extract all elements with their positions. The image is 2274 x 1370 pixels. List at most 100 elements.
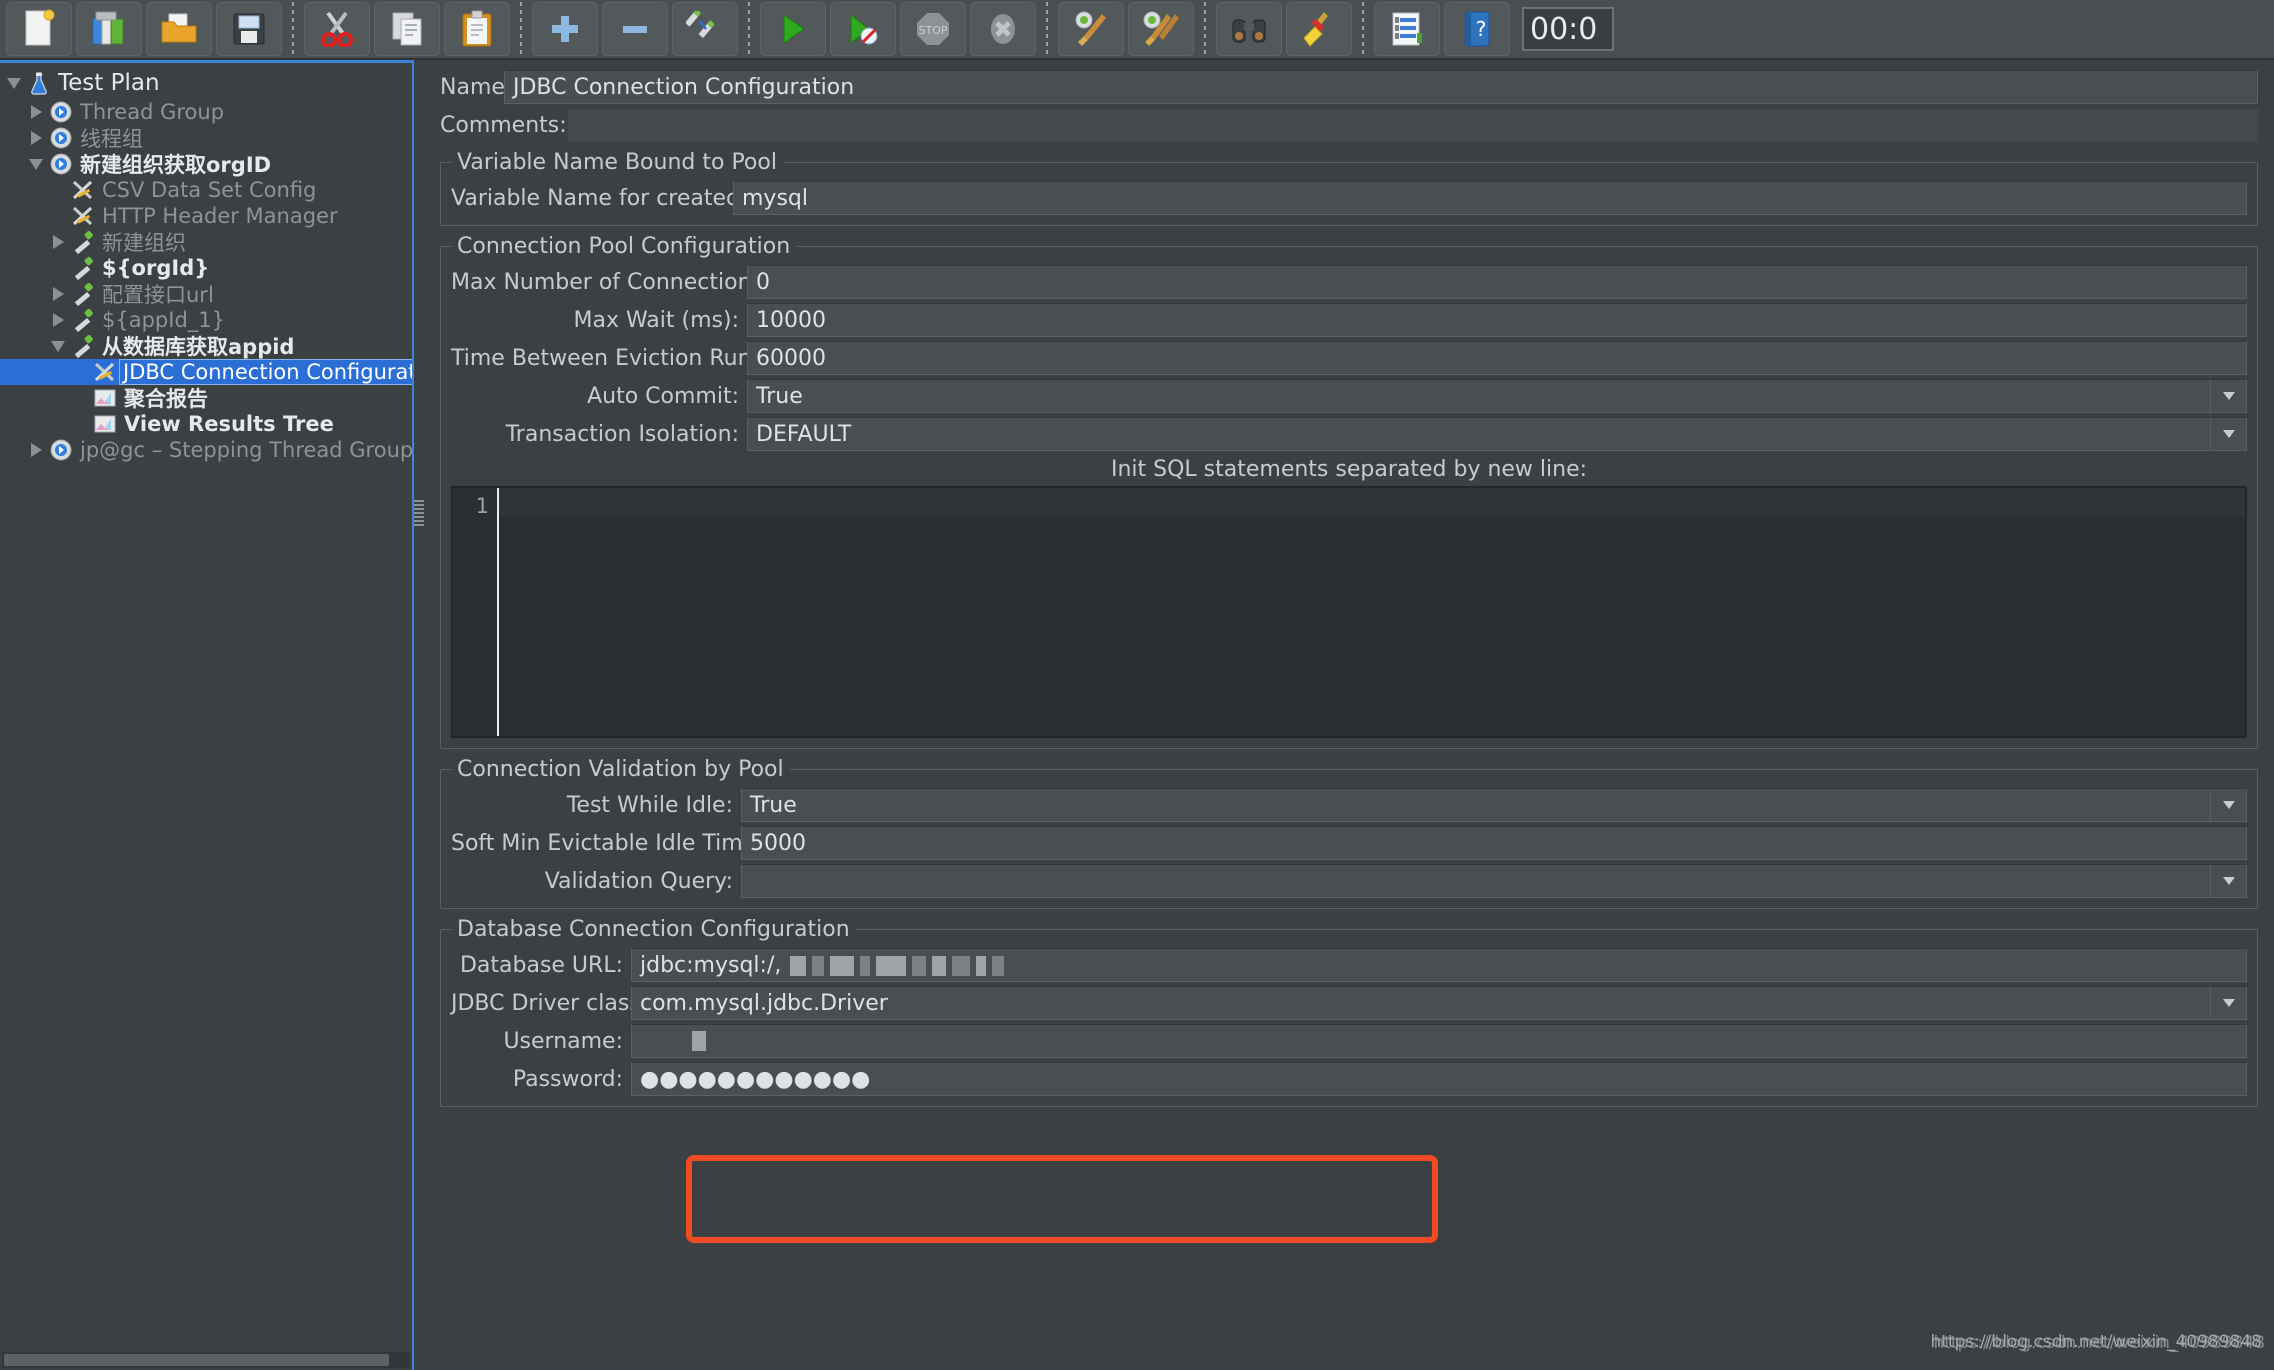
auto-commit-select[interactable]: True <box>747 379 2247 413</box>
tree-node-label: ${appId_1} <box>102 308 225 332</box>
tree-node-12[interactable]: 聚合报告 <box>0 385 412 411</box>
jdbc-driver-select[interactable]: com.mysql.jdbc.Driver <box>631 986 2247 1020</box>
copy-button[interactable] <box>374 2 440 56</box>
password-input[interactable]: ●●●●●●●●●●●● <box>631 1062 2247 1096</box>
max-connections-row: Max Number of Connections: 0 <box>451 265 2247 299</box>
save-button[interactable] <box>216 2 282 56</box>
split-pane-divider[interactable] <box>414 500 424 526</box>
init-sql-label: Init SQL statements separated by new lin… <box>1110 457 1588 482</box>
tree-node-2[interactable]: 线程组 <box>0 125 412 151</box>
database-connection-group-legend: Database Connection Configuration <box>457 917 850 942</box>
validation-query-select[interactable] <box>741 864 2247 898</box>
minus-icon <box>623 26 647 33</box>
tree-node-label: Thread Group <box>80 100 225 124</box>
username-input[interactable] <box>631 1024 2247 1058</box>
function-helper-button[interactable] <box>1374 2 1440 56</box>
transaction-isolation-select[interactable]: DEFAULT <box>747 417 2247 451</box>
tree-node-11[interactable]: JDBC Connection Configuration <box>0 359 412 385</box>
open-button[interactable] <box>146 2 212 56</box>
start-button[interactable] <box>760 2 826 56</box>
templates-button[interactable] <box>76 2 142 56</box>
init-sql-line-numbers: 1 <box>453 488 499 736</box>
init-sql-editor[interactable]: 1 <box>451 486 2247 738</box>
chevron-down-icon[interactable] <box>2210 987 2246 1019</box>
auto-commit-value: True <box>756 383 803 409</box>
watermark: https://blog.csdn.net/weixin_40989848 ht… <box>1930 1332 2265 1353</box>
chevron-down-icon[interactable] <box>2210 380 2246 412</box>
soft-min-evictable-input[interactable]: 5000 <box>741 826 2247 860</box>
auto-commit-row: Auto Commit: True <box>451 379 2247 413</box>
green-play-icon <box>783 14 805 44</box>
max-wait-row: Max Wait (ms): 10000 <box>451 303 2247 337</box>
clear-all-button[interactable] <box>1128 2 1194 56</box>
test-while-idle-value: True <box>750 792 797 818</box>
shutdown-button[interactable] <box>970 2 1036 56</box>
paste-button[interactable] <box>444 2 510 56</box>
listener-graph-icon <box>94 415 116 433</box>
tree-node-3[interactable]: 新建组织获取orgID <box>0 151 412 177</box>
comments-input[interactable] <box>568 108 2258 142</box>
tree-node-4[interactable]: CSV Data Set Config <box>0 177 412 203</box>
tree-node-9[interactable]: ${appId_1} <box>0 307 412 333</box>
collapse-all-button[interactable] <box>602 2 668 56</box>
stop-button[interactable]: STOP <box>900 2 966 56</box>
database-url-input[interactable]: jdbc:mysql:/, <box>631 948 2247 982</box>
name-input[interactable]: JDBC Connection Configuration <box>504 70 2258 104</box>
expand-toggle-closed-icon[interactable] <box>26 440 46 460</box>
expand-toggle-closed-icon[interactable] <box>26 102 46 122</box>
eviction-runs-input[interactable]: 60000 <box>747 341 2247 375</box>
thread-group-gear-icon <box>50 153 72 175</box>
expand-toggle-closed-icon[interactable] <box>48 284 68 304</box>
search-button[interactable] <box>1216 2 1282 56</box>
max-connections-input[interactable]: 0 <box>747 265 2247 299</box>
tree-node-6[interactable]: 新建组织 <box>0 229 412 255</box>
yellow-broom-icon <box>1303 12 1328 47</box>
cut-button[interactable] <box>304 2 370 56</box>
expand-toggle-open-icon[interactable] <box>4 73 24 93</box>
expand-all-button[interactable] <box>532 2 598 56</box>
pool-variable-input[interactable]: mysql <box>733 181 2247 215</box>
name-row: Name: JDBC Connection Configuration <box>440 70 2258 104</box>
reset-search-button[interactable] <box>1286 2 1352 56</box>
password-row: Password: ●●●●●●●●●●●● <box>451 1062 2247 1096</box>
init-sql-textarea[interactable] <box>499 488 2245 736</box>
start-no-timers-button[interactable] <box>830 2 896 56</box>
tree-node-5[interactable]: HTTP Header Manager <box>0 203 412 229</box>
watermark-text-duplicate: https://blog.csdn.net/weixin_40989848 <box>1933 1333 2265 1353</box>
pool-variable-label: Variable Name for created pool: <box>451 185 802 211</box>
expand-toggle-closed-icon[interactable] <box>26 128 46 148</box>
help-button[interactable]: ? <box>1444 2 1510 56</box>
tree-node-1[interactable]: Thread Group <box>0 99 412 125</box>
max-wait-input[interactable]: 10000 <box>747 303 2247 337</box>
toggle-button[interactable] <box>672 2 738 56</box>
tree-node-label: View Results Tree <box>124 412 334 436</box>
listener-graph-icon <box>90 412 120 436</box>
tree-node-0[interactable]: Test Plan <box>0 67 412 99</box>
new-test-plan-button[interactable] <box>6 2 72 56</box>
password-label: Password: <box>512 1066 623 1092</box>
test-plan-tree[interactable]: Test Plan Thread Group 线程组 新建组织获取orgID CSV D… <box>0 63 412 463</box>
connection-validation-group-legend: Connection Validation by Pool <box>457 757 784 782</box>
tree-node-7[interactable]: ${orgId} <box>0 255 412 281</box>
jdbc-connection-configuration-panel: Name: JDBC Connection Configuration Comm… <box>424 60 2274 1370</box>
expand-toggle-closed-icon[interactable] <box>48 310 68 330</box>
clear-button[interactable] <box>1058 2 1124 56</box>
expand-toggle-open-icon[interactable] <box>26 154 46 174</box>
expand-toggle-closed-icon[interactable] <box>48 232 68 252</box>
tree-node-label: jp@gc – Stepping Thread Group (deprecate… <box>80 438 414 462</box>
chevron-down-icon[interactable] <box>2210 789 2246 821</box>
chevron-down-icon[interactable] <box>2210 418 2246 450</box>
tree-node-8[interactable]: 配置接口url <box>0 281 412 307</box>
expand-toggle-open-icon[interactable] <box>48 336 68 356</box>
chevron-down-icon[interactable] <box>2210 865 2246 897</box>
database-url-row: Database URL: jdbc:mysql:/, <box>451 948 2247 982</box>
test-plan-tree-pane[interactable]: Test Plan Thread Group 线程组 新建组织获取orgID CSV D… <box>0 60 414 1370</box>
test-plan-flask-icon <box>24 71 54 95</box>
tree-node-14[interactable]: jp@gc – Stepping Thread Group (deprecate… <box>0 437 412 463</box>
tree-horizontal-scrollbar[interactable] <box>2 1352 410 1368</box>
tree-node-10[interactable]: 从数据库获取appid <box>0 333 412 359</box>
http-sampler-icon <box>74 256 93 280</box>
tree-node-13[interactable]: View Results Tree <box>0 411 412 437</box>
test-while-idle-select[interactable]: True <box>741 788 2247 822</box>
redacted-url-blocks <box>787 953 1007 978</box>
